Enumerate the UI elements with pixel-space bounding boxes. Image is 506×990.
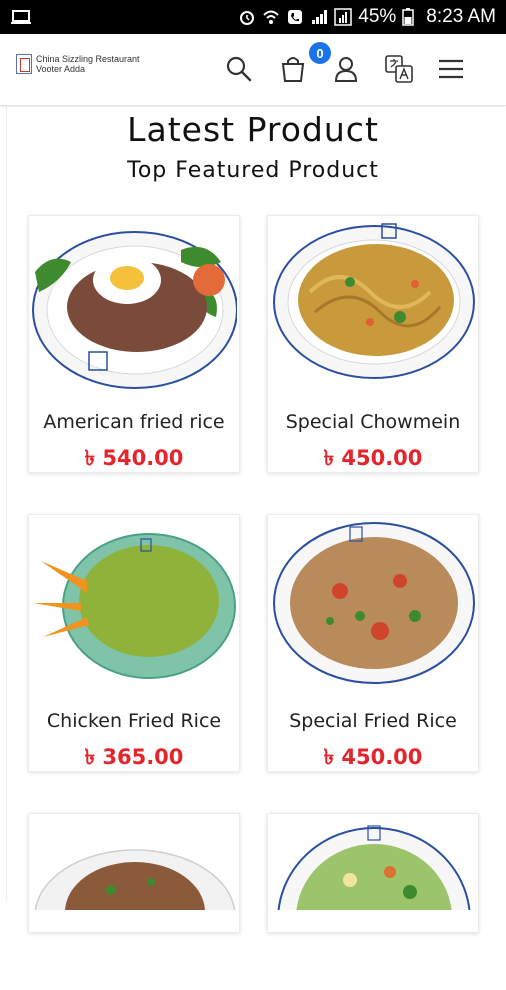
product-image-american-fried-rice[interactable] [31, 222, 238, 392]
section-title: Latest Product [127, 110, 379, 149]
product-image-special-fried-rice[interactable] [270, 521, 476, 691]
product-name[interactable]: Chicken Fried Rice [29, 710, 239, 732]
logo-text: China Sizzling Restaurant Vooter Adda [36, 54, 140, 74]
section-subtitle: Top Featured Product [127, 158, 379, 183]
menu-icon[interactable] [434, 52, 468, 86]
product-price: ৳ 365.00 [84, 745, 184, 769]
product-card[interactable]: Special Fried Rice ৳ 450.00 [267, 514, 479, 772]
left-divider [6, 107, 7, 900]
product-card[interactable]: American fried rice ৳ 540.00 [28, 215, 240, 473]
battery-icon [402, 8, 420, 26]
logo-line1: China Sizzling Restaurant [36, 54, 140, 64]
product-price: ৳ 450.00 [323, 745, 423, 769]
product-card-partial[interactable] [267, 813, 479, 990]
product-price: ৳ 540.00 [84, 446, 184, 470]
product-card[interactable]: Chicken Fried Rice ৳ 365.00 [28, 514, 240, 772]
alarm-icon [238, 8, 256, 26]
user-icon[interactable] [329, 52, 363, 86]
restaurant-logo[interactable]: China Sizzling Restaurant Vooter Adda [16, 54, 140, 74]
product-card-partial[interactable] [28, 813, 240, 983]
product-name[interactable]: Special Chowmein [268, 411, 478, 433]
status-bar: 45% 8:23 AM [0, 0, 506, 34]
product-price: ৳ 450.00 [323, 446, 423, 470]
product-name[interactable]: American fried rice [29, 411, 239, 433]
product-image-chicken-fried-rice[interactable] [31, 521, 237, 691]
product-name[interactable]: Special Fried Rice [268, 710, 478, 732]
product-image-partial-left[interactable] [31, 820, 237, 990]
app-header: China Sizzling Restaurant Vooter Adda 0 [0, 34, 506, 106]
logo-mark-icon [16, 54, 32, 74]
battery-percent: 45% [358, 6, 397, 27]
cart-icon[interactable] [276, 52, 310, 86]
signal-icon [310, 8, 328, 26]
phone-call-icon [286, 8, 304, 26]
product-image-partial-right[interactable] [270, 820, 476, 990]
wifi-icon [262, 8, 280, 26]
translate-icon[interactable] [382, 52, 416, 86]
logo-line2: Vooter Adda [36, 64, 86, 74]
laptop-icon [10, 8, 31, 26]
signal-boxed-icon [334, 8, 352, 26]
product-card[interactable]: Special Chowmein ৳ 450.00 [267, 215, 479, 473]
search-icon[interactable] [222, 52, 256, 86]
clock-time: 8:23 AM [426, 6, 496, 27]
product-image-special-chowmein[interactable] [270, 222, 476, 392]
cart-count-badge: 0 [309, 42, 331, 64]
